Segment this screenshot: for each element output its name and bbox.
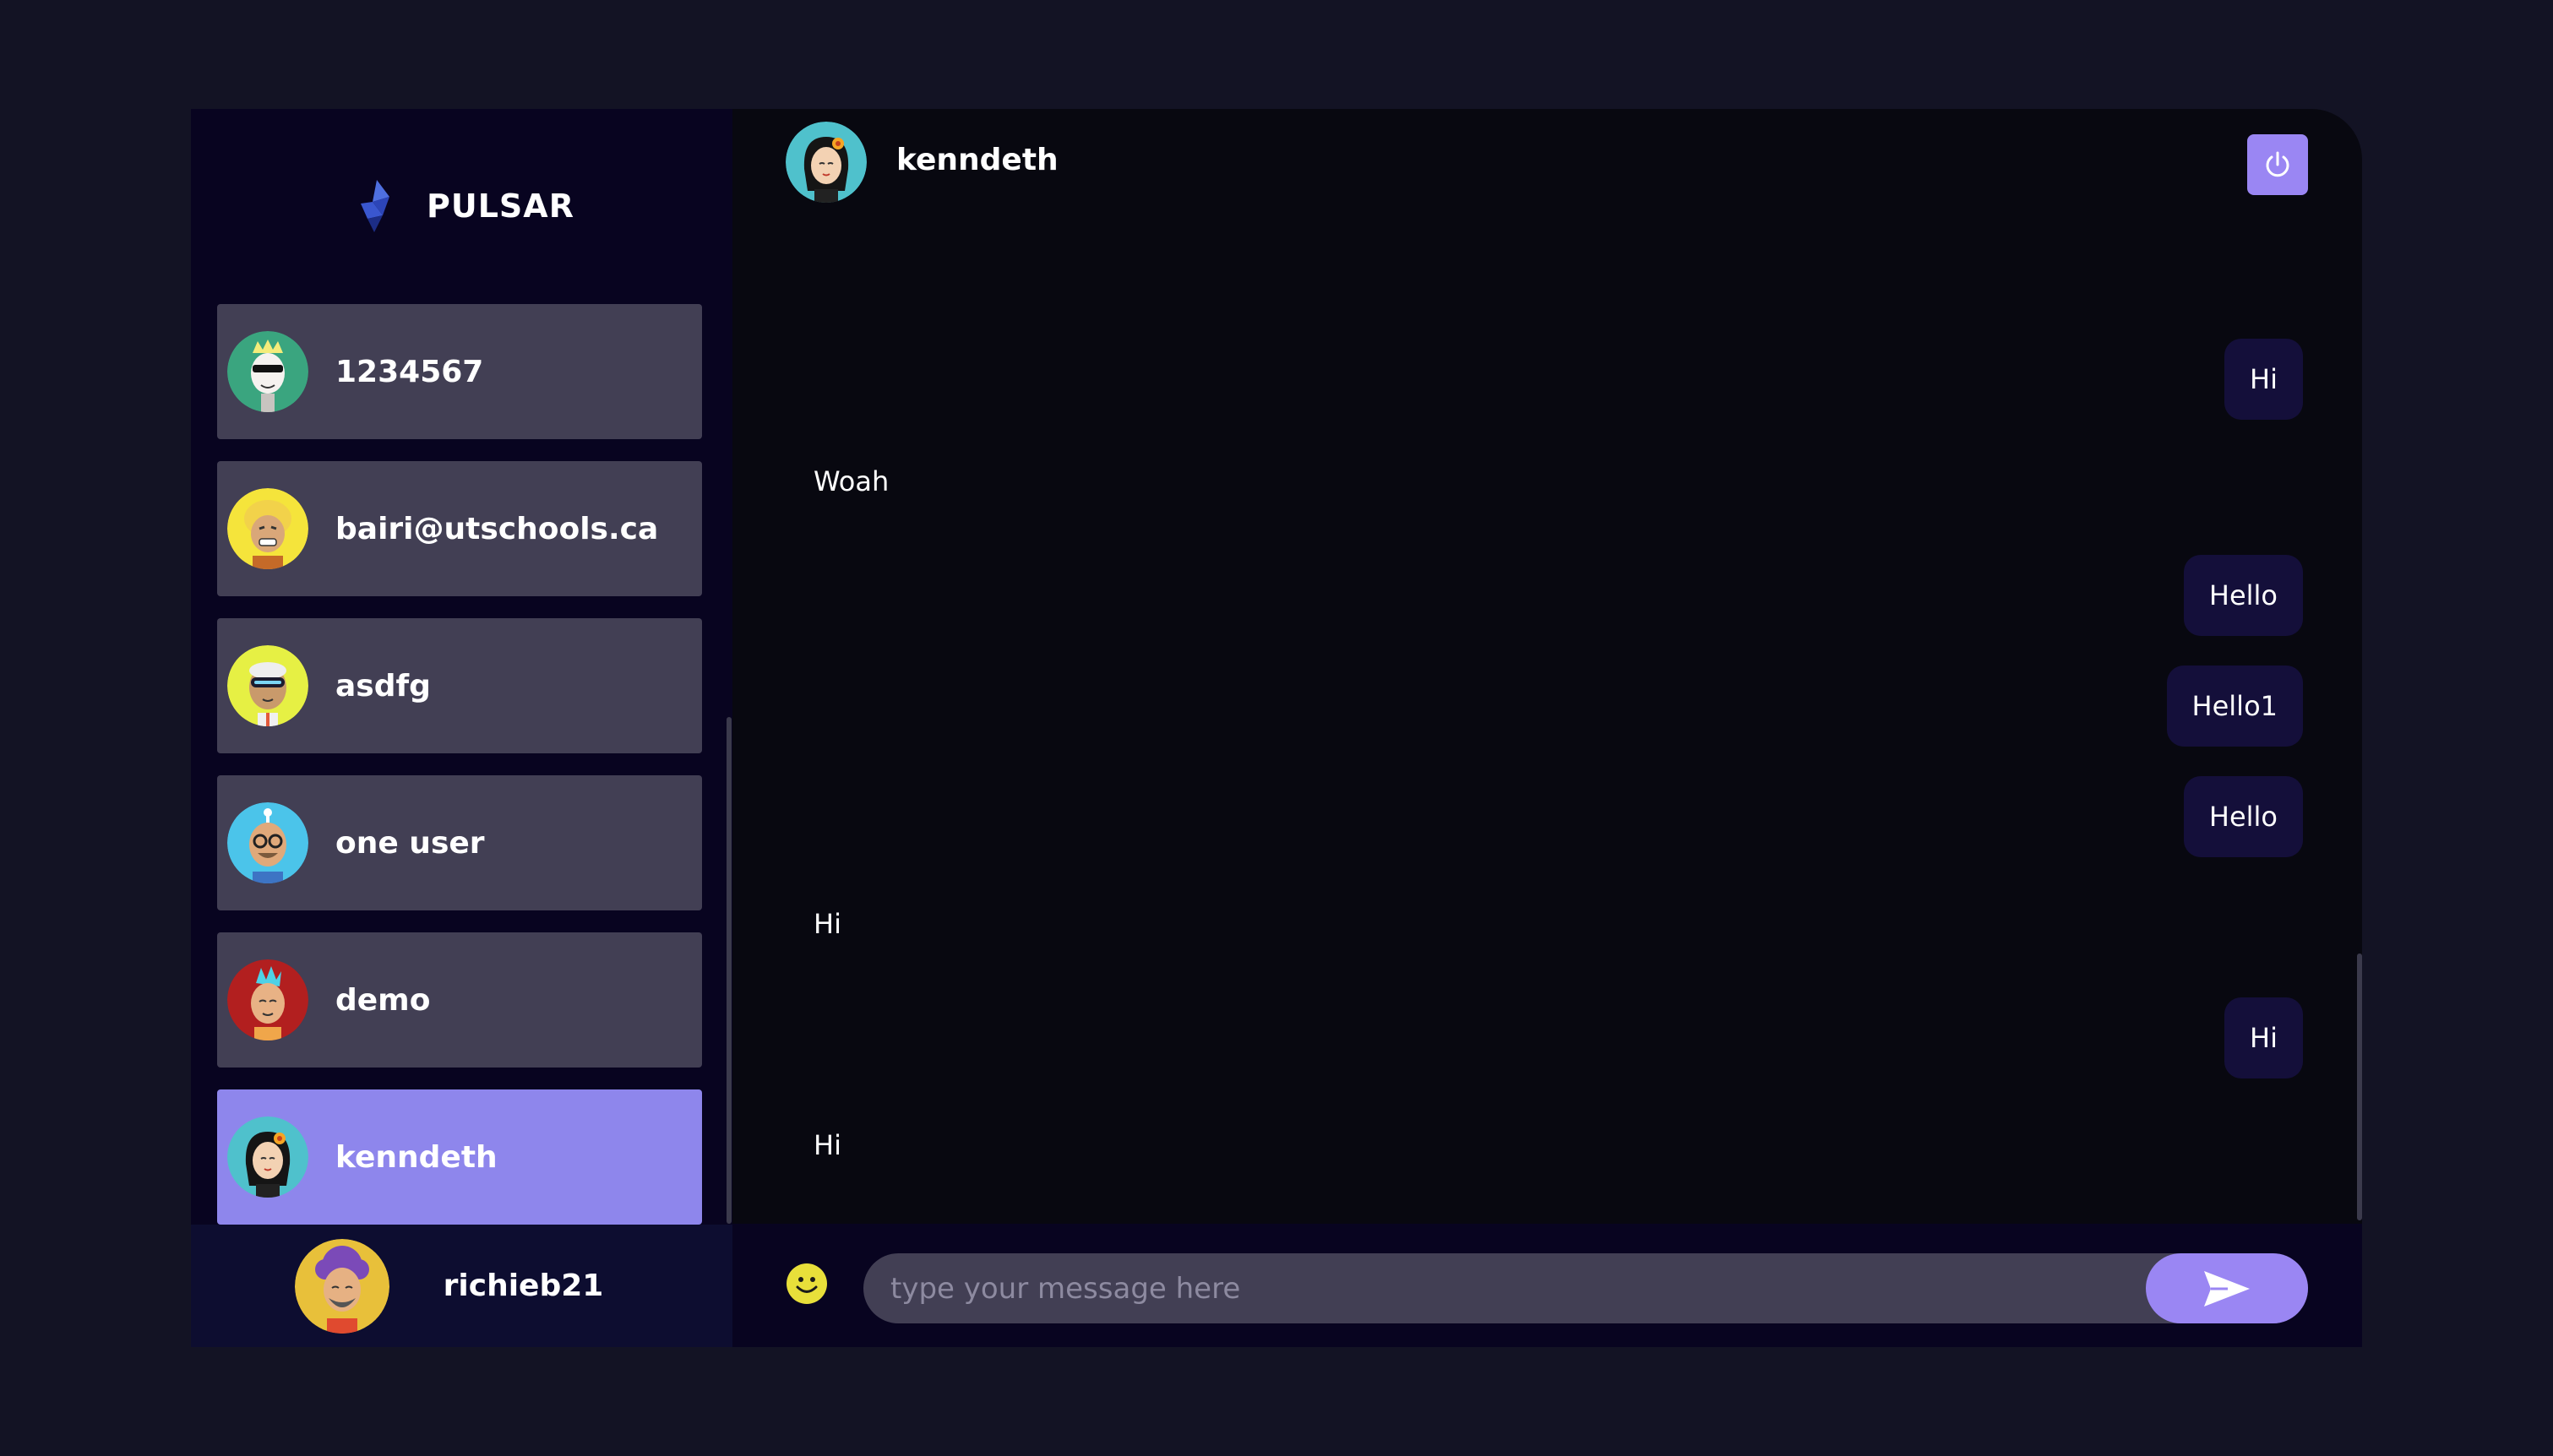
avatar	[227, 488, 308, 569]
contact-item-selected[interactable]: kenndeth	[217, 1089, 702, 1225]
contact-list: 1234567 bairi@utschools.ca asdfg one use…	[217, 304, 702, 1247]
chat-app: PULSAR 1234567 bairi@utschools.ca asdfg …	[191, 109, 2362, 1347]
avatar	[227, 802, 308, 883]
message-list: Hi Woah Hello Hello1 Hello Hi Hi Hi Hi	[732, 219, 2362, 1272]
contact-name: demo	[335, 982, 431, 1018]
contact-name: one user	[335, 825, 485, 861]
contact-item[interactable]: bairi@utschools.ca	[217, 461, 702, 596]
sent-message: Hi	[2224, 997, 2303, 1078]
avatar	[227, 331, 308, 412]
logout-button[interactable]	[2247, 134, 2308, 195]
sent-message: Hello	[2183, 776, 2303, 857]
received-message: Hi	[814, 908, 841, 940]
contact-item[interactable]: 1234567	[217, 304, 702, 439]
contact-name: 1234567	[335, 354, 484, 389]
smiley-icon[interactable]	[786, 1263, 828, 1305]
chat-scrollbar[interactable]	[2357, 953, 2362, 1220]
pulsar-logo-icon	[361, 180, 390, 232]
sidebar-scrollbar[interactable]	[727, 717, 732, 1224]
received-message: Woah	[814, 465, 890, 497]
avatar	[786, 122, 867, 203]
avatar	[227, 959, 308, 1040]
avatar	[227, 645, 308, 726]
current-user-name: richieb21	[443, 1269, 604, 1303]
avatar	[227, 1116, 308, 1198]
send-icon	[2204, 1270, 2250, 1307]
sent-message: Hello1	[2166, 666, 2303, 747]
avatar	[294, 1238, 389, 1334]
power-icon	[2266, 151, 2289, 177]
contact-item[interactable]: one user	[217, 775, 702, 910]
send-button[interactable]	[2146, 1253, 2308, 1323]
sidebar: PULSAR 1234567 bairi@utschools.ca asdfg …	[191, 109, 732, 1347]
chat-contact-name: kenndeth	[896, 143, 1059, 177]
sent-message: Hi	[2224, 339, 2303, 420]
current-user: richieb21	[191, 1225, 732, 1347]
message-input[interactable]	[863, 1253, 2308, 1323]
brand: PULSAR	[191, 109, 732, 303]
contact-item[interactable]: demo	[217, 932, 702, 1068]
contact-name: kenndeth	[335, 1139, 498, 1175]
received-message: Hi	[814, 1129, 841, 1161]
chat-header: kenndeth	[732, 109, 2362, 219]
brand-name: PULSAR	[427, 187, 574, 225]
contact-item[interactable]: asdfg	[217, 618, 702, 753]
contact-name: asdfg	[335, 668, 431, 704]
sent-message: Hello	[2183, 555, 2303, 636]
chat-panel: kenndeth Hi Woah Hello Hello1 Hello Hi H…	[732, 109, 2362, 1347]
message-input-bar	[732, 1224, 2362, 1347]
contact-name: bairi@utschools.ca	[335, 511, 659, 546]
